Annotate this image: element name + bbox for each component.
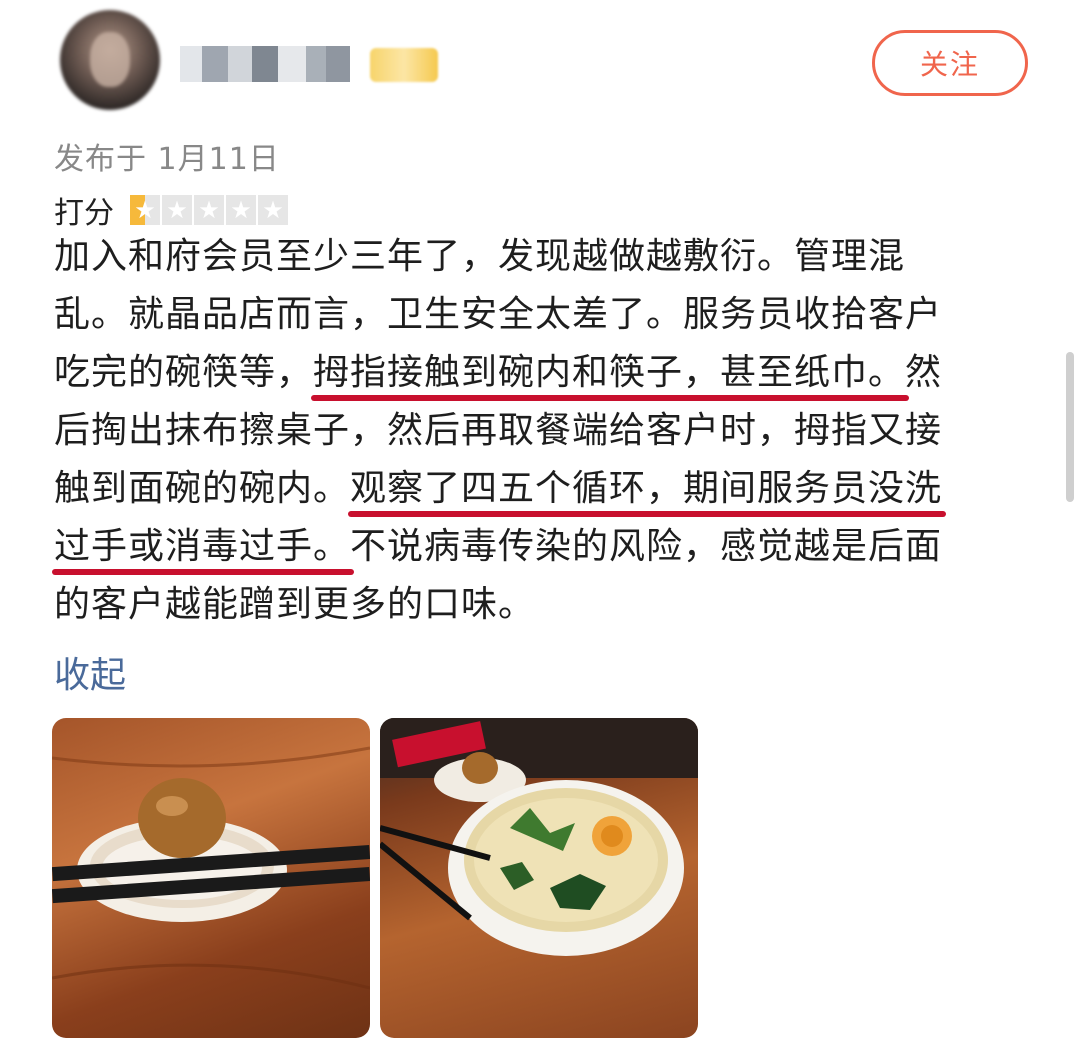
- review-line: 吃完的碗筷等，拇指接触到碗内和筷子，甚至纸巾。然: [54, 344, 1024, 402]
- star-icon: ★: [226, 195, 256, 225]
- review-line: 的客户越能蹭到更多的口味。: [54, 576, 1024, 634]
- username-blurred[interactable]: [180, 46, 350, 82]
- ramen-illustration: [380, 718, 698, 956]
- review-text-segment: 不说病毒传染的风险，感觉越是后面: [350, 526, 943, 567]
- review-line: 加入和府会员至少三年了，发现越做越敷衍。管理混: [54, 228, 1024, 286]
- collapse-link[interactable]: 收起: [54, 646, 126, 698]
- star-rating: ★ ★ ★ ★ ★: [130, 195, 288, 225]
- rating-label: 打分: [54, 196, 114, 231]
- publish-date: 发布于 1月11日: [54, 142, 280, 177]
- avatar[interactable]: [60, 10, 160, 110]
- rating-row: 打分 ★ ★ ★ ★ ★: [54, 188, 288, 232]
- underlined-text: 过手或消毒过手。: [54, 526, 351, 567]
- underlined-text: 观察了四五个循环，期间服务员没洗: [350, 468, 943, 509]
- egg-dish-illustration: [52, 746, 370, 990]
- review-text: 加入和府会员至少三年了，发现越做越敷衍。管理混 乱。就晶品店而言，卫生安全太差了。…: [54, 228, 1024, 634]
- review-text-segment: 然: [905, 352, 943, 393]
- review-text-segment: 加入和府会员至少三年了，发现越做越敷衍。管理混: [54, 236, 906, 277]
- review-photo-1[interactable]: [52, 718, 370, 1038]
- review-text-segment: 吃完的碗筷等，: [54, 352, 314, 393]
- underlined-text: 拇指接触到碗内和筷子，甚至纸巾。: [313, 352, 906, 393]
- star-icon: ★: [258, 195, 288, 225]
- review-text-segment: 乱。就晶品店而言，卫生安全太差了。服务员收拾客户: [54, 294, 943, 335]
- follow-button[interactable]: 关注: [872, 30, 1028, 96]
- vip-badge: [370, 48, 438, 82]
- review-text-segment: 的客户越能蹭到更多的口味。: [54, 584, 536, 625]
- review-text-segment: 后掏出抹布擦桌子，然后再取餐端给客户时，拇指又接: [54, 410, 943, 451]
- review-line: 后掏出抹布擦桌子，然后再取餐端给客户时，拇指又接: [54, 402, 1024, 460]
- review-photo-2[interactable]: [380, 718, 698, 1038]
- star-icon: ★: [194, 195, 224, 225]
- review-line: 触到面碗的碗内。观察了四五个循环，期间服务员没洗: [54, 460, 1024, 518]
- star-icon: ★: [130, 195, 160, 225]
- scrollbar[interactable]: [1066, 352, 1074, 502]
- review-text-segment: 触到面碗的碗内。: [54, 468, 351, 509]
- review-line: 过手或消毒过手。不说病毒传染的风险，感觉越是后面: [54, 518, 1024, 576]
- star-icon: ★: [162, 195, 192, 225]
- review-line: 乱。就晶品店而言，卫生安全太差了。服务员收拾客户: [54, 286, 1024, 344]
